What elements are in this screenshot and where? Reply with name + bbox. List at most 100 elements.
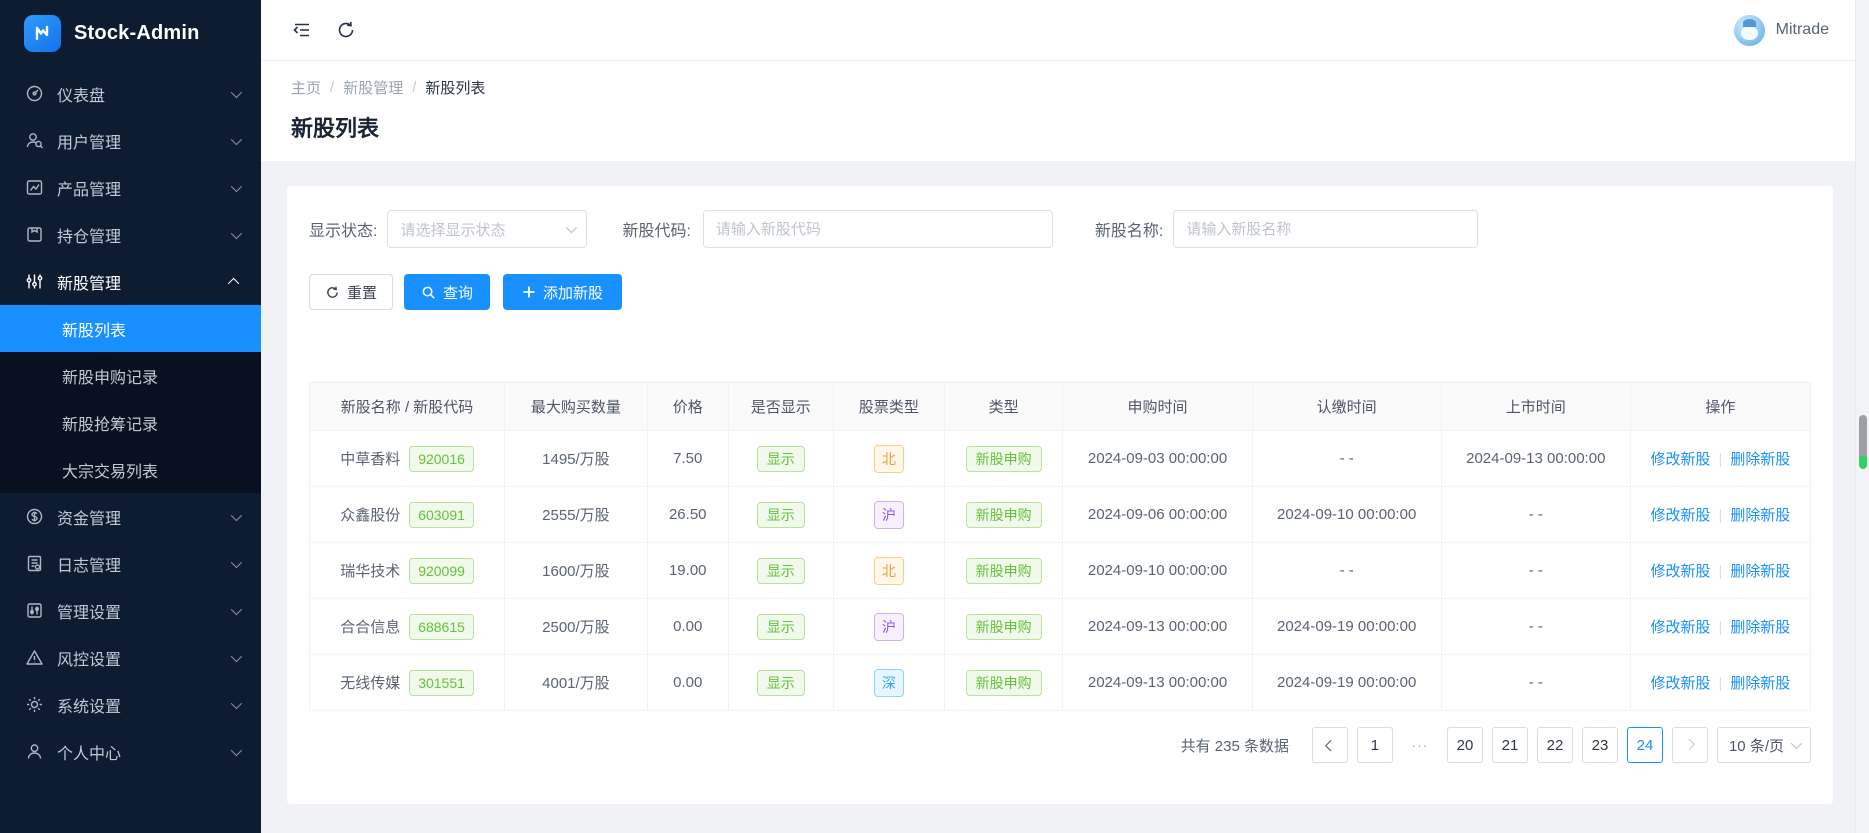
sidebar-item-dashboard[interactable]: 仪表盘 — [0, 70, 261, 117]
stock-name: 中草香料 — [340, 451, 400, 468]
max-buy-cell: 1495/万股 — [505, 431, 648, 487]
prev-page-button[interactable] — [1312, 727, 1348, 763]
max-buy-cell: 2555/万股 — [505, 487, 648, 543]
status-select[interactable]: 请选择显示状态 — [387, 210, 587, 248]
app-root: Stock-Admin 仪表盘 用户管理 产品管理 持仓管理 — [0, 0, 1869, 833]
submenu-item-new-stock-list[interactable]: 新股列表 — [0, 305, 261, 352]
sidebar-item-products[interactable]: 产品管理 — [0, 164, 261, 211]
pay-time-cell: - - — [1252, 431, 1441, 487]
new-stock-submenu: 新股列表 新股申购记录 新股抢筹记录 大宗交易列表 — [0, 305, 261, 493]
sidebar-item-funds[interactable]: 资金管理 — [0, 493, 261, 540]
sidebar-item-positions[interactable]: 持仓管理 — [0, 211, 261, 258]
stock-code-tag: 920016 — [409, 446, 474, 472]
logo: Stock-Admin — [0, 0, 261, 66]
pay-time-cell: 2024-09-19 00:00:00 — [1252, 599, 1441, 655]
apply-time-cell: 2024-09-13 00:00:00 — [1063, 599, 1252, 655]
table-row: 合合信息688615 2500/万股 0.00 显示 沪 新股申购 2024-0… — [310, 599, 1811, 655]
logs-document-icon — [25, 554, 44, 573]
delete-stock-link[interactable]: 删除新股 — [1730, 619, 1790, 636]
visible-tag: 显示 — [757, 614, 805, 640]
chevron-down-icon — [231, 603, 242, 614]
price-cell: 7.50 — [647, 431, 728, 487]
edit-stock-link[interactable]: 修改新股 — [1650, 563, 1710, 580]
collapse-sidebar-icon[interactable] — [291, 19, 313, 41]
edit-stock-link[interactable]: 修改新股 — [1650, 451, 1710, 468]
products-chart-icon — [25, 178, 44, 197]
chevron-down-icon — [231, 650, 242, 661]
pagination-ellipsis[interactable]: ··· — [1402, 737, 1438, 753]
delete-stock-link[interactable]: 删除新股 — [1730, 451, 1790, 468]
next-page-button[interactable] — [1672, 727, 1708, 763]
sliders-icon — [25, 272, 44, 291]
sidebar-item-system-settings[interactable]: 系统设置 — [0, 681, 261, 728]
list-time-cell: - - — [1441, 487, 1630, 543]
market-tag: 深 — [874, 669, 904, 697]
status-filter-label: 显示状态: — [309, 217, 377, 241]
col-type: 类型 — [944, 383, 1063, 431]
page-button-23[interactable]: 23 — [1582, 727, 1618, 763]
vertical-scrollbar[interactable] — [1855, 0, 1869, 833]
breadcrumb-new-stock-mgmt[interactable]: 新股管理 — [343, 77, 403, 98]
delete-stock-link[interactable]: 删除新股 — [1730, 507, 1790, 524]
sidebar-item-risk-settings[interactable]: 风控设置 — [0, 634, 261, 681]
page-title: 新股列表 — [291, 111, 1869, 143]
search-button[interactable]: 查询 — [404, 274, 490, 310]
reset-icon — [325, 285, 340, 300]
col-pay-time: 认缴时间 — [1252, 383, 1441, 431]
sidebar-item-admin-settings[interactable]: 管理设置 — [0, 587, 261, 634]
page-button-1[interactable]: 1 — [1357, 727, 1393, 763]
chevron-down-icon — [231, 227, 242, 238]
page-button-22[interactable]: 22 — [1537, 727, 1573, 763]
scrollbar-thumb[interactable] — [1859, 415, 1867, 459]
breadcrumb-home[interactable]: 主页 — [291, 77, 321, 98]
delete-stock-link[interactable]: 删除新股 — [1730, 675, 1790, 692]
filter-bar: 显示状态: 请选择显示状态 新股代码: 新股名称: — [309, 210, 1811, 248]
sidebar-item-profile[interactable]: 个人中心 — [0, 728, 261, 775]
stock-name: 众鑫股份 — [340, 507, 400, 524]
sidebar-item-logs[interactable]: 日志管理 — [0, 540, 261, 587]
sidebar-item-new-stock[interactable]: 新股管理 — [0, 258, 261, 305]
apply-time-cell: 2024-09-06 00:00:00 — [1063, 487, 1252, 543]
list-time-cell: - - — [1441, 599, 1630, 655]
add-new-stock-button[interactable]: 添加新股 — [503, 274, 622, 310]
edit-stock-link[interactable]: 修改新股 — [1650, 619, 1710, 636]
page-button-20[interactable]: 20 — [1447, 727, 1483, 763]
col-apply-time: 申购时间 — [1063, 383, 1252, 431]
submenu-item-rush-records[interactable]: 新股抢筹记录 — [0, 399, 261, 446]
apply-time-cell: 2024-09-13 00:00:00 — [1063, 655, 1252, 711]
reset-button[interactable]: 重置 — [309, 274, 393, 310]
user-avatar[interactable] — [1734, 15, 1765, 46]
list-card: 显示状态: 请选择显示状态 新股代码: 新股名称: — [287, 186, 1833, 804]
name-filter-label: 新股名称: — [1095, 217, 1163, 241]
submenu-item-subscription-records[interactable]: 新股申购记录 — [0, 352, 261, 399]
edit-stock-link[interactable]: 修改新股 — [1650, 675, 1710, 692]
code-filter-label: 新股代码: — [622, 217, 690, 241]
chevron-right-icon — [1684, 739, 1695, 750]
refresh-icon[interactable] — [335, 19, 357, 41]
code-input[interactable] — [703, 210, 1053, 248]
pay-time-cell: 2024-09-19 00:00:00 — [1252, 655, 1441, 711]
table-row: 瑞华技术920099 1600/万股 19.00 显示 北 新股申购 2024-… — [310, 543, 1811, 599]
page-size-select[interactable]: 10 条/页 — [1717, 727, 1811, 763]
market-tag: 北 — [874, 445, 904, 473]
page-header: 主页 / 新股管理 / 新股列表 新股列表 — [261, 61, 1869, 161]
chevron-down-icon — [1791, 738, 1802, 749]
list-time-cell: - - — [1441, 543, 1630, 599]
edit-stock-link[interactable]: 修改新股 — [1650, 507, 1710, 524]
stock-name: 无线传媒 — [340, 675, 400, 692]
stock-code-tag: 688615 — [409, 614, 474, 640]
page-button-21[interactable]: 21 — [1492, 727, 1528, 763]
page-button-24-active[interactable]: 24 — [1627, 727, 1663, 763]
users-icon — [25, 131, 44, 150]
name-input[interactable] — [1173, 210, 1478, 248]
admin-settings-icon — [25, 601, 44, 620]
price-cell: 0.00 — [647, 655, 728, 711]
submenu-item-block-trade-list[interactable]: 大宗交易列表 — [0, 446, 261, 493]
delete-stock-link[interactable]: 删除新股 — [1730, 563, 1790, 580]
price-cell: 19.00 — [647, 543, 728, 599]
market-tag: 沪 — [874, 613, 904, 641]
user-name[interactable]: Mitrade — [1776, 21, 1829, 39]
visible-tag: 显示 — [757, 558, 805, 584]
max-buy-cell: 1600/万股 — [505, 543, 648, 599]
sidebar-item-users[interactable]: 用户管理 — [0, 117, 261, 164]
